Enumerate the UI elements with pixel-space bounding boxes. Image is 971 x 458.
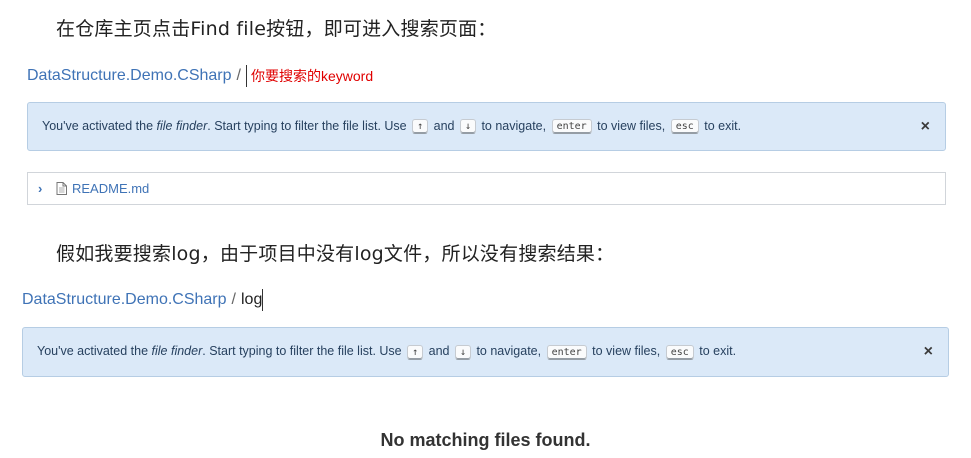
path-separator: / bbox=[231, 291, 236, 308]
file-icon bbox=[56, 182, 67, 195]
file-finder-notice: You've activated the file finder. Start … bbox=[27, 102, 946, 151]
search-input[interactable]: log bbox=[241, 289, 262, 311]
notice-term: file finder bbox=[151, 344, 203, 359]
file-list: › README.md bbox=[27, 172, 946, 205]
file-link[interactable]: README.md bbox=[72, 181, 149, 196]
close-icon[interactable]: × bbox=[921, 118, 930, 136]
search-query-hint[interactable]: 你要搜索的keyword bbox=[251, 65, 373, 87]
notice-text-part: to exit. bbox=[695, 344, 737, 359]
instruction-text-2: 假如我要搜索log，由于项目中没有log文件，所以没有搜索结果： bbox=[56, 243, 615, 265]
list-item[interactable]: › README.md bbox=[28, 181, 149, 196]
notice-text-part: to navigate, bbox=[477, 118, 550, 133]
notice-text: You've activated the file finder. Start … bbox=[28, 118, 742, 135]
path-separator: / bbox=[236, 67, 241, 84]
text-cursor bbox=[262, 289, 264, 311]
notice-text-part: to view files, bbox=[593, 118, 669, 133]
file-finder-notice: You've activated the file finder. Start … bbox=[22, 327, 949, 377]
notice-text-part: . Start typing to filter the file list. … bbox=[202, 344, 406, 359]
empty-state-message: No matching files found. bbox=[380, 430, 591, 450]
key-up: ↑ bbox=[407, 344, 424, 360]
text-cursor bbox=[245, 65, 247, 87]
instruction-text-1: 在仓库主页点击Find file按钮，即可进入搜索页面： bbox=[56, 18, 497, 40]
notice-text-part: and bbox=[425, 344, 453, 359]
close-icon[interactable]: × bbox=[924, 343, 933, 361]
notice-text-part: to navigate, bbox=[472, 344, 545, 359]
notice-text-part: You've activated the bbox=[42, 118, 157, 133]
breadcrumb: DataStructure.Demo.CSharp / 你要搜索的keyword bbox=[27, 65, 373, 87]
notice-text-part: You've activated the bbox=[37, 344, 152, 359]
repo-link[interactable]: DataStructure.Demo.CSharp bbox=[27, 65, 232, 87]
notice-text-part: . Start typing to filter the file list. … bbox=[207, 118, 411, 133]
notice-text-part: to exit. bbox=[700, 118, 742, 133]
notice-text: You've activated the file finder. Start … bbox=[23, 344, 737, 360]
key-esc: esc bbox=[670, 119, 699, 135]
key-esc: esc bbox=[665, 344, 694, 360]
notice-text-part: and bbox=[430, 118, 458, 133]
notice-text-part: to view files, bbox=[588, 344, 664, 359]
key-enter: enter bbox=[551, 119, 592, 135]
notice-term: file finder bbox=[156, 118, 208, 133]
key-up: ↑ bbox=[412, 119, 429, 135]
breadcrumb: DataStructure.Demo.CSharp / log bbox=[22, 289, 264, 311]
key-enter: enter bbox=[546, 344, 587, 360]
repo-link[interactable]: DataStructure.Demo.CSharp bbox=[22, 289, 227, 311]
chevron-right-icon: › bbox=[38, 181, 43, 196]
key-down: ↓ bbox=[459, 119, 476, 135]
key-down: ↓ bbox=[454, 344, 471, 360]
